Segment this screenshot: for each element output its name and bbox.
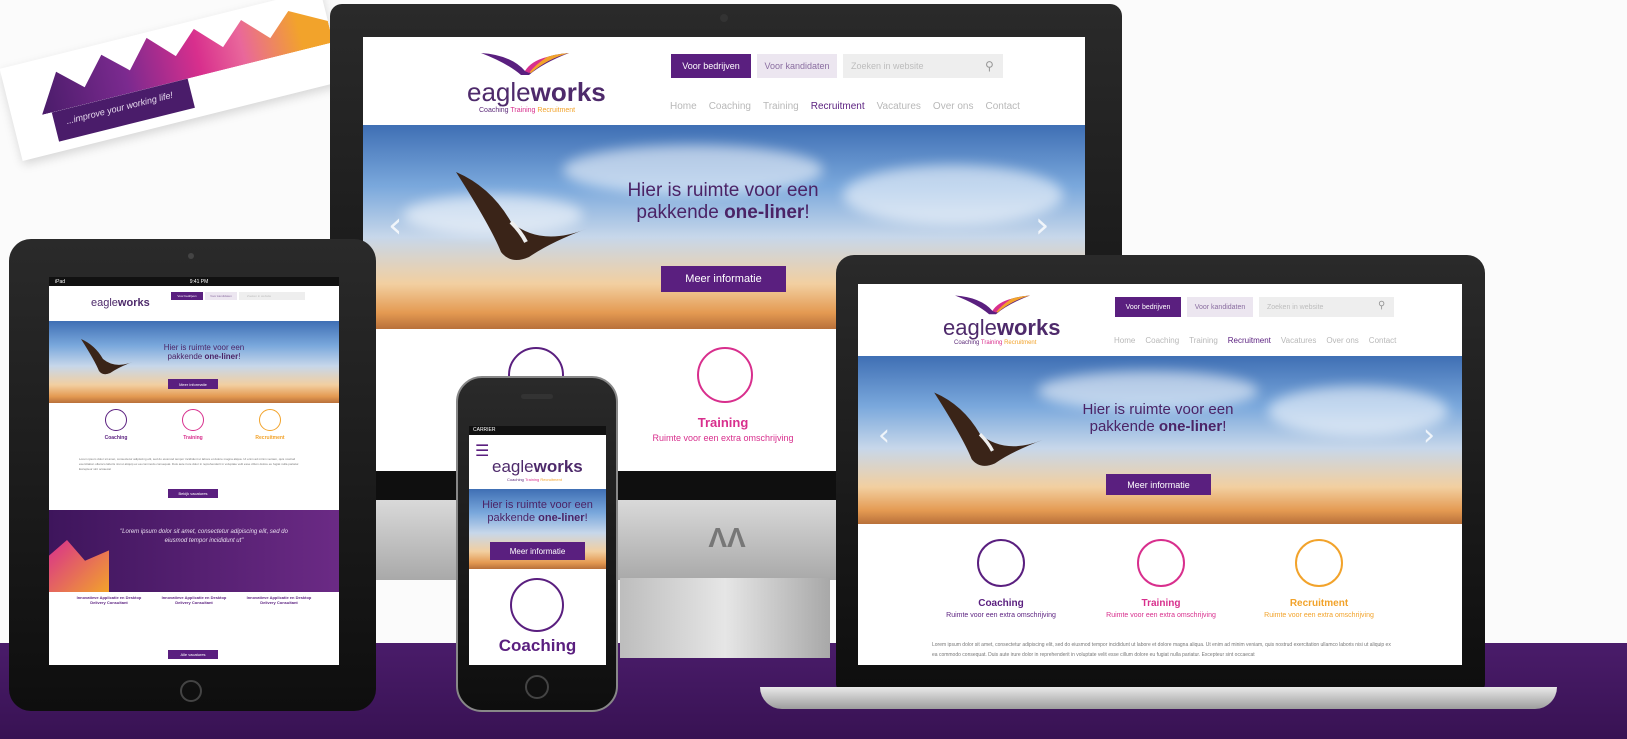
main-nav: Home Coaching Training Recruitment Vacat…: [670, 101, 1020, 112]
laptop-nav-home[interactable]: Home: [1114, 336, 1135, 345]
tablet-read-more-button[interactable]: Bekijk vacatures: [168, 489, 218, 498]
tablet-all-jobs-button[interactable]: Alle vacatures: [168, 650, 218, 659]
laptop-nav-recruitment[interactable]: Recruitment: [1228, 336, 1271, 345]
laptop-chevron-left-icon[interactable]: ‹: [878, 418, 890, 453]
chevron-right-icon[interactable]: ›: [1035, 205, 1049, 246]
tablet-recruitment-title: Recruitment: [255, 435, 285, 441]
laptop-companies-button[interactable]: Voor bedrijven: [1115, 297, 1181, 317]
nav-vacatures[interactable]: Vacatures: [877, 101, 921, 112]
laptop-body-text: Lorem ipsum dolor sit amet, consectetur …: [932, 642, 1391, 658]
training-desc: Ruimte voor een extra omschrijving: [652, 433, 794, 443]
tablet-logo-text[interactable]: eagleworks: [91, 297, 150, 309]
laptop-chevron-right-icon[interactable]: ›: [1423, 418, 1435, 453]
nav-overons[interactable]: Over ons: [933, 101, 974, 112]
hamburger-menu-icon[interactable]: ☰: [475, 441, 489, 460]
people-icon: [697, 347, 753, 403]
laptop-candidates-button[interactable]: Voor kandidaten: [1187, 297, 1253, 317]
tablet-people-icon: [182, 409, 204, 431]
tablet-training-title: Training: [183, 435, 203, 441]
laptop-recruitment-desc: Ruimte voor een extra omschrijving: [1264, 612, 1374, 619]
laptop-logo-tagline: Coaching Training Recruitment: [954, 340, 1037, 346]
monitor-logo: ΛΛ: [708, 522, 746, 553]
tablet-hero-cta[interactable]: Meer informatie: [168, 379, 218, 389]
candidates-button[interactable]: Voor kandidaten: [757, 54, 837, 78]
tablet-job-title-3: Innovatieve Applicatie en Desktop Delive…: [246, 595, 312, 605]
laptop-logo-eagle-icon: [955, 292, 1030, 316]
nav-recruitment[interactable]: Recruitment: [811, 101, 865, 112]
laptop-training-title: Training: [1141, 598, 1181, 609]
laptop-nav-coaching[interactable]: Coaching: [1145, 336, 1179, 345]
phone-logo-tagline: Coaching Training Recruitment: [507, 477, 562, 482]
phone-home-button[interactable]: [525, 675, 549, 699]
phone-site: CARRIER ☰ eagleworks Coaching Training R…: [469, 426, 606, 665]
laptop-logo-text[interactable]: eagleworks: [943, 315, 1060, 341]
hero-cta-button[interactable]: Meer informatie: [661, 266, 786, 292]
phone-hero: Hier is ruimte voor een pakkende one-lin…: [469, 489, 606, 569]
tablet-hero: Hier is ruimte voor een pakkende one-lin…: [49, 321, 339, 403]
nav-home[interactable]: Home: [670, 101, 697, 112]
training-title: Training: [697, 415, 749, 430]
tablet-search-input[interactable]: Zoeken in website: [239, 292, 305, 300]
phone-carrier: CARRIER: [473, 427, 496, 433]
tablet-quote-band: "Lorem ipsum dolor sit amet, consectetur…: [49, 510, 339, 592]
laptop-nav-overons[interactable]: Over ons: [1326, 336, 1358, 345]
laptop-base: [760, 687, 1557, 709]
eagle-image: [451, 167, 601, 267]
phone-stopwatch-icon: [510, 578, 564, 632]
laptop-nav-contact[interactable]: Contact: [1369, 336, 1397, 345]
laptop-hero-cta-button[interactable]: Meer informatie: [1106, 474, 1211, 495]
tablet-magnifier-icon: [259, 409, 281, 431]
tablet-job-title-1: Innovatieve Applicatie en Desktop Delive…: [76, 595, 142, 605]
tablet-candidates-button[interactable]: Voor kandidaten: [205, 292, 237, 300]
tablet-job-title-2: Innovatieve Applicatie en Desktop Delive…: [161, 595, 227, 605]
tablet-site: iPad 9:41 PM eagleworks Voor bedrijven V…: [49, 277, 339, 665]
nav-coaching[interactable]: Coaching: [709, 101, 751, 112]
promo-card: ...improve your working life!: [0, 0, 354, 166]
status-carrier: iPad: [55, 278, 66, 285]
laptop-recruitment-title: Recruitment: [1289, 598, 1349, 609]
laptop-nav-training[interactable]: Training: [1189, 336, 1218, 345]
laptop-hero-banner: Hier is ruimte voor een pakkende one-lin…: [858, 356, 1462, 524]
laptop-magnifier-icon: [1295, 539, 1343, 587]
tablet-stopwatch-icon: [105, 409, 127, 431]
tablet-coaching-title: Coaching: [104, 435, 128, 441]
phone-hero-cta[interactable]: Meer informatie: [490, 542, 585, 560]
nav-training[interactable]: Training: [763, 101, 799, 112]
phone-logo-text[interactable]: eagleworks: [492, 457, 583, 477]
laptop-people-icon: [1137, 539, 1185, 587]
search-input[interactable]: Zoeken in website: [843, 54, 1003, 78]
chevron-left-icon[interactable]: ‹: [388, 205, 402, 246]
logo-eagle-icon: [481, 49, 569, 77]
laptop-nav-vacatures[interactable]: Vacatures: [1281, 336, 1316, 345]
logo-text[interactable]: eagleworks: [467, 77, 606, 108]
laptop-site: eagleworks Coaching Training Recruitment…: [858, 284, 1462, 665]
laptop-training-desc: Ruimte voor een extra omschrijving: [1106, 612, 1216, 619]
tablet-body-text: Lorem ipsum dolor sit amet, consectetur …: [79, 457, 300, 471]
hero-headline: Hier is ruimte voor een pakkende one-lin…: [627, 180, 819, 223]
search-icon[interactable]: ⚲: [985, 59, 994, 73]
laptop-search-input[interactable]: Zoeken in website: [1259, 297, 1394, 317]
laptop-stopwatch-icon: [977, 539, 1025, 587]
tablet-companies-button[interactable]: Voor bedrijven: [171, 292, 203, 300]
monitor-stand: [620, 578, 830, 658]
tablet-quote: "Lorem ipsum dolor sit amet, consectetur…: [120, 529, 288, 544]
logo-tagline: Coaching Training Recruitment: [479, 107, 576, 114]
laptop-coaching-desc: Ruimte voor een extra omschrijving: [946, 612, 1056, 619]
laptop-main-nav: Home Coaching Training Recruitment Vacat…: [1114, 336, 1396, 345]
laptop-coaching-title: Coaching: [978, 598, 1024, 609]
phone-coaching-title: Coaching: [498, 636, 577, 655]
laptop-eagle-image: [930, 388, 1055, 472]
laptop-search-icon[interactable]: ⚲: [1378, 300, 1385, 311]
status-time: 9:41 PM: [189, 278, 209, 285]
home-button[interactable]: [180, 680, 202, 702]
nav-contact[interactable]: Contact: [986, 101, 1020, 112]
laptop-hero-headline: Hier is ruimte voor een pakkende one-lin…: [1082, 401, 1234, 436]
companies-button[interactable]: Voor bedrijven: [671, 54, 751, 78]
